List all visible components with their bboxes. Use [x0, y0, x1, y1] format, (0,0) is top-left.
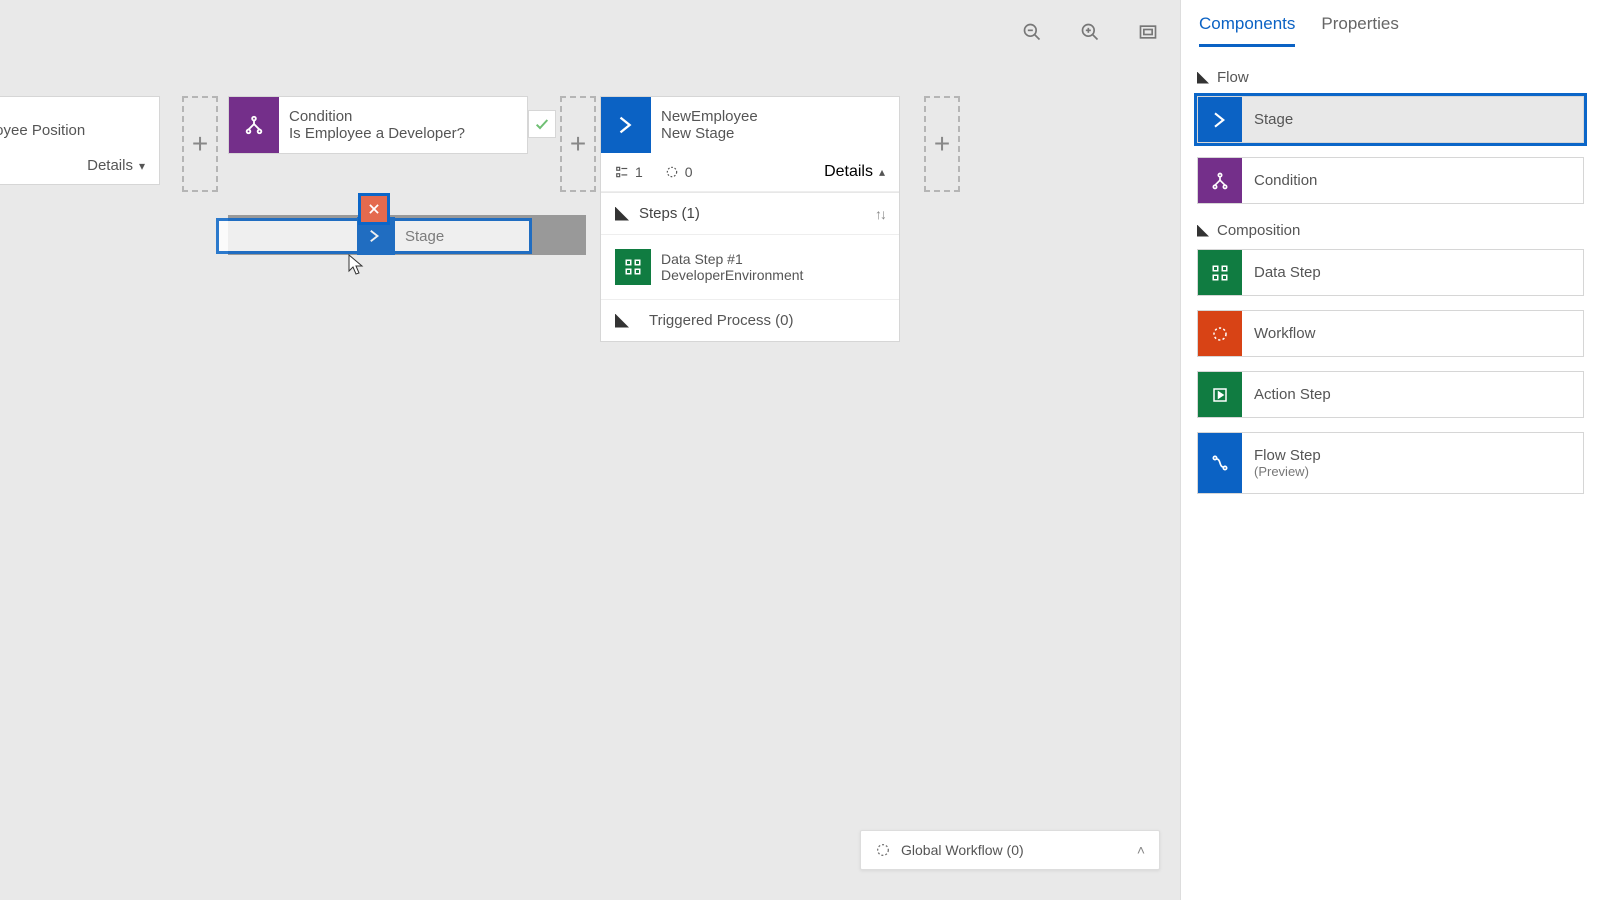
panel-tabs: Components Properties [1181, 0, 1600, 47]
chevron-up-icon: ˄ [1137, 842, 1145, 858]
section-composition[interactable]: Composition [1197, 222, 1584, 239]
section-flow[interactable]: Flow [1197, 69, 1584, 86]
canvas-toolbar [1018, 18, 1162, 46]
chevron-down-icon: ▾ [139, 159, 145, 173]
component-flow-step-label: Flow Step (Preview) [1242, 433, 1333, 493]
flow-step-icon [1198, 433, 1242, 493]
add-slot[interactable]: + [182, 96, 218, 192]
plus-icon: + [934, 128, 950, 160]
global-workflow-bar[interactable]: Global Workflow (0) ˄ [860, 830, 1160, 870]
action-step-icon [1198, 372, 1242, 417]
component-condition[interactable]: Condition [1197, 157, 1584, 204]
chevron-up-icon: ▴ [879, 165, 885, 179]
stage-card-new-employee[interactable]: NewEmployee New Stage 1 0 Details ▴ Step… [600, 96, 900, 342]
stage-icon [1198, 97, 1242, 142]
dragged-stage-label: Stage [395, 228, 444, 245]
stage-subtitle: New Stage [661, 125, 889, 142]
condition-card[interactable]: Condition Is Employee a Developer? [228, 96, 528, 154]
data-step-icon [615, 249, 651, 285]
workflow-count-value: 0 [685, 164, 693, 180]
condition-question: Is Employee a Developer? [289, 125, 517, 142]
stage-card-employee-position[interactable]: ee mployee Position Details ▾ [0, 96, 160, 185]
section-composition-label: Composition [1217, 222, 1300, 239]
data-step-subtitle: DeveloperEnvironment [661, 267, 803, 283]
mouse-cursor-icon [348, 254, 364, 274]
add-slot[interactable]: + [560, 96, 596, 192]
zoom-in-icon[interactable] [1076, 18, 1104, 46]
triggered-process-header[interactable]: Triggered Process (0) [601, 300, 899, 341]
collapse-triangle-icon [615, 314, 629, 328]
data-step-item[interactable]: Data Step #1 DeveloperEnvironment [601, 235, 899, 300]
steps-section-header[interactable]: Steps (1) ↑↓ [601, 193, 899, 235]
designer-canvas[interactable]: ee mployee Position Details ▾ + Conditio… [0, 0, 1180, 900]
details-toggle[interactable]: Details ▾ [87, 157, 145, 174]
fit-screen-icon[interactable] [1134, 18, 1162, 46]
section-flow-label: Flow [1217, 69, 1249, 86]
global-workflow-label: Global Workflow (0) [901, 842, 1024, 858]
triggered-label: Triggered Process (0) [649, 312, 794, 329]
collapse-triangle-icon [1197, 225, 1209, 237]
workflow-count: 0 [665, 164, 693, 180]
details-toggle[interactable]: Details ▴ [824, 163, 885, 181]
component-action-step-label: Action Step [1242, 372, 1343, 417]
flow-step-label-sub: (Preview) [1254, 464, 1321, 479]
step-count-value: 1 [635, 164, 643, 180]
workflow-icon [1198, 311, 1242, 356]
steps-label: Steps (1) [639, 205, 700, 222]
stage-subtitle: mployee Position [0, 122, 149, 139]
details-label: Details [824, 163, 873, 181]
condition-icon [1198, 158, 1242, 203]
stage-name: NewEmployee [661, 108, 889, 125]
component-stage[interactable]: Stage [1197, 96, 1584, 143]
zoom-out-icon[interactable] [1018, 18, 1046, 46]
stage-icon [601, 97, 651, 153]
component-data-step[interactable]: Data Step [1197, 249, 1584, 296]
condition-icon [229, 97, 279, 153]
condition-title: Condition [289, 108, 517, 125]
collapse-triangle-icon [615, 207, 629, 221]
details-label: Details [87, 157, 133, 174]
step-count: 1 [615, 164, 643, 180]
delete-handle-icon[interactable] [358, 193, 390, 225]
flow-step-label-main: Flow Step [1254, 447, 1321, 464]
component-action-step[interactable]: Action Step [1197, 371, 1584, 418]
reorder-arrows-icon[interactable]: ↑↓ [875, 206, 885, 222]
add-slot[interactable]: + [924, 96, 960, 192]
data-step-icon [1198, 250, 1242, 295]
component-flow-step[interactable]: Flow Step (Preview) [1197, 432, 1584, 494]
plus-icon: + [570, 128, 586, 160]
collapse-triangle-icon [1197, 72, 1209, 84]
stage-stats-row: 1 0 Details ▴ [601, 153, 899, 192]
stage-name: ee [0, 105, 149, 122]
plus-icon: + [192, 128, 208, 160]
component-data-step-label: Data Step [1242, 250, 1333, 295]
tab-properties[interactable]: Properties [1321, 14, 1398, 47]
component-workflow-label: Workflow [1242, 311, 1327, 356]
data-step-title: Data Step #1 [661, 251, 803, 267]
component-condition-label: Condition [1242, 158, 1329, 203]
component-workflow[interactable]: Workflow [1197, 310, 1584, 357]
component-stage-label: Stage [1242, 97, 1305, 142]
condition-true-badge [528, 110, 556, 138]
side-panel: Components Properties Flow Stage Conditi… [1180, 0, 1600, 900]
tab-components[interactable]: Components [1199, 14, 1295, 47]
